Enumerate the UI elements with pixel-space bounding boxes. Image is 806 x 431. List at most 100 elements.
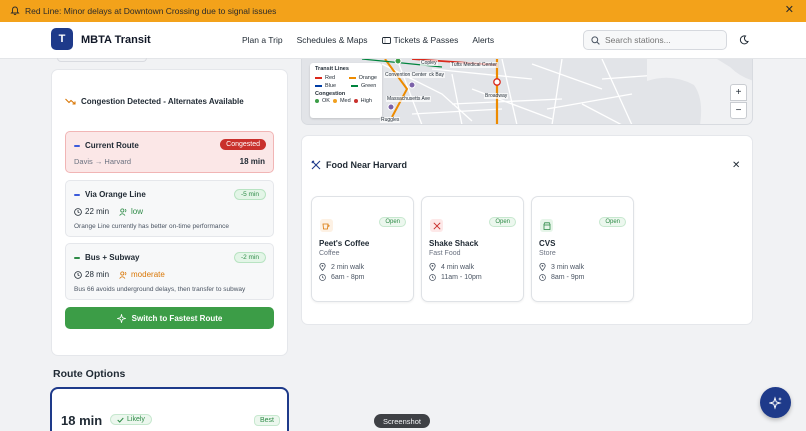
clock-icon [539,274,546,281]
clock-icon [319,274,326,281]
time-saved-badge: -2 min [233,252,266,263]
congestion-legend-title: Congestion [315,91,346,97]
opening-hours: 6am - 8pm [331,274,365,281]
clock-icon [74,270,82,279]
place-card[interactable]: Open Peet's Coffee Coffee 2 min walk 6am… [311,196,414,302]
route-note: Orange Line currently has better on-time… [74,223,229,230]
logo[interactable]: T [51,28,73,50]
search-icon [591,35,600,45]
blue-line-swatch [315,85,322,87]
congestion-heading: Congestion Detected - Alternates Availab… [65,97,244,106]
walk-time: 3 min walk [551,263,585,271]
utensils-icon [311,160,321,170]
place-category: Coffee [319,250,340,257]
location-pin-icon [539,263,546,271]
ticket-icon [381,36,391,44]
legend-green: Green [361,83,377,89]
route-label: Current Route [85,141,139,150]
station-search[interactable] [583,30,727,50]
map-label-broadway: Broadway [484,93,509,99]
place-name: Shake Shack [429,239,479,248]
previous-card-edge [57,58,147,62]
place-card[interactable]: Open Shake Shack Fast Food 4 min walk 11… [421,196,524,302]
map-label-back-bay: ck Bay [428,72,446,78]
legend-ok: OK [322,98,330,104]
nav-plan-a-trip[interactable]: Plan a Trip [242,35,283,45]
switch-button-label: Switch to Fastest Route [131,313,223,323]
best-badge: Best [254,415,281,426]
map-label-copley: Copley [420,60,438,66]
map-label-mass-ave: Massachusetts Ave [386,96,431,102]
green-line-swatch [351,85,358,87]
store-icon [540,219,553,232]
orange-line-option[interactable]: Via Orange Line -5 min 22 min low Orange… [65,180,274,237]
dark-mode-icon[interactable] [739,35,749,45]
legend-orange: Orange [358,75,377,81]
red-line-swatch [315,77,322,79]
clock-icon [74,207,82,216]
switch-fastest-route-button[interactable]: Switch to Fastest Route [65,307,274,329]
legend-med: Med [339,98,351,104]
place-name: CVS [539,239,556,248]
nav-alerts[interactable]: Alerts [472,35,494,45]
orange-line-swatch [349,77,356,79]
nav-tickets-passes[interactable]: Tickets & Passes [381,35,458,45]
location-pin-icon [319,263,326,271]
congestion-title: Congestion Detected - Alternates Availab… [81,97,244,106]
line-color-marker [74,144,80,147]
option-time: 18 min [61,413,103,428]
place-category: Fast Food [429,250,461,257]
bus-subway-option[interactable]: Bus + Subway -2 min 28 min moderate Bus … [65,243,274,300]
opening-hours: 11am - 10pm [441,274,482,281]
nav-schedules-maps[interactable]: Schedules & Maps [297,35,368,45]
check-icon [117,417,124,423]
crowding-level: moderate [131,270,165,279]
map-label-ruggles: Ruggles [380,117,401,123]
reliability-label: Likely [127,416,145,423]
place-card[interactable]: Open CVS Store 3 min walk 8am - 9pm [531,196,634,302]
top-navbar: T MBTA Transit Plan a Trip Schedules & M… [0,22,806,59]
open-badge: Open [489,217,516,227]
route-options-heading: Route Options [53,368,126,380]
legend-high: High [360,98,372,104]
sparkles-icon [768,395,782,410]
legend-blue: Blue [325,83,337,89]
route-label: Bus + Subway [85,253,140,262]
service-alert-banner: Red Line: Minor delays at Downtown Cross… [0,0,806,22]
people-icon [119,207,127,216]
congestion-high-dot [353,99,358,103]
walk-time: 2 min walk [331,263,365,271]
brand-name[interactable]: MBTA Transit [81,34,151,46]
legend-title: Transit Lines [315,66,349,72]
food-heading: Food Near Harvard [311,160,407,170]
food-title: Food Near Harvard [326,160,408,170]
congestion-med-dot [332,99,337,103]
close-icon[interactable]: ✕ [732,160,740,171]
close-icon[interactable]: ✕ [785,5,794,16]
alert-text: Red Line: Minor delays at Downtown Cross… [25,6,277,16]
assistant-fab-button[interactable] [760,387,791,418]
clock-icon [429,274,436,281]
sparkle-icon [116,313,126,323]
location-pin-icon [429,263,436,271]
place-name: Peet's Coffee [319,239,370,248]
congestion-ok-dot [315,99,319,103]
open-badge: Open [379,217,406,227]
zoom-in-button[interactable]: + [730,84,747,101]
people-icon [119,270,127,279]
search-input[interactable] [605,35,720,45]
crowding-level: low [131,207,144,216]
route-path: Davis → Harvard [74,157,132,166]
screenshot-tooltip: Screenshot [374,414,430,428]
zoom-out-button[interactable]: − [730,102,747,119]
line-color-marker [74,256,80,259]
route-time: 22 min [85,207,110,216]
current-route-option[interactable]: Current Route Congested Davis → Harvard … [65,131,274,173]
legend-red: Red [325,75,336,81]
opening-hours: 8am - 9pm [551,274,585,281]
walk-time: 4 min walk [441,263,475,271]
time-saved-badge: -5 min [233,189,266,200]
reliability-badge: Likely [110,414,152,425]
route-time: 18 min [239,157,265,166]
map-label-tufts: Tufts Medical Center [450,62,498,68]
